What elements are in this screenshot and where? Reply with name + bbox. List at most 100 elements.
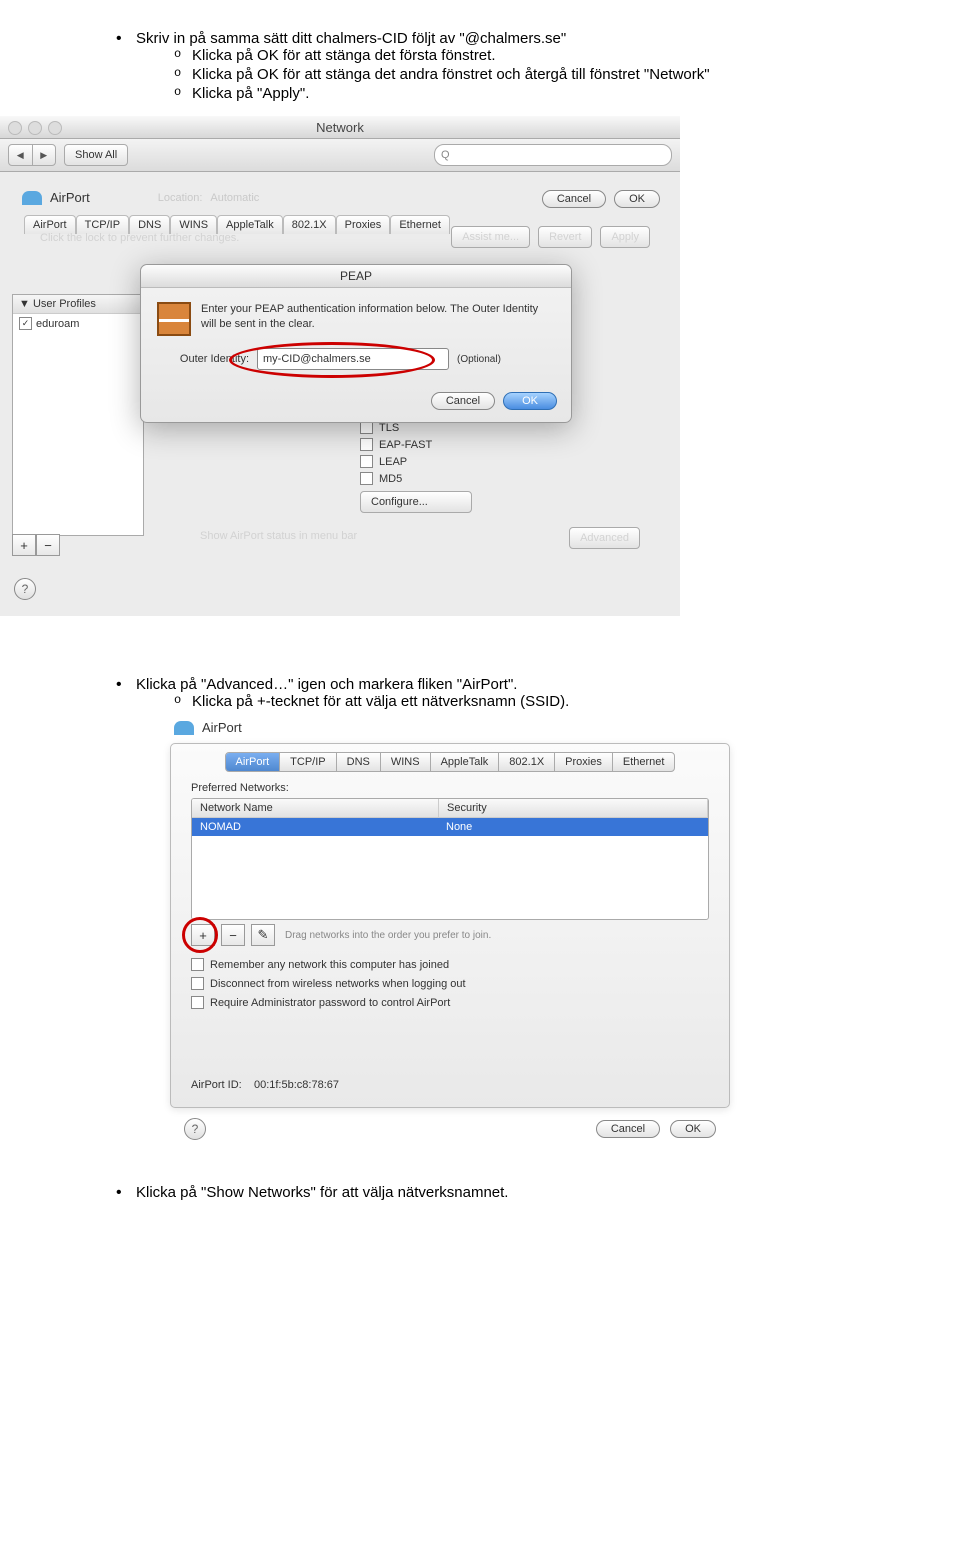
checkbox-icon[interactable] (191, 996, 204, 1009)
airport-icon (22, 191, 42, 205)
sub-item: Klicka på "Apply". (136, 85, 850, 102)
peap-ok-button[interactable]: OK (503, 392, 557, 410)
sheet-bottom-buttons: Cancel OK (542, 190, 660, 208)
edit-network-button[interactable]: ✎ (251, 924, 275, 946)
col-network-name: Network Name (192, 799, 439, 817)
outer-identity-label: Outer Identity: (157, 353, 249, 365)
preferred-networks-label: Preferred Networks: (191, 782, 709, 794)
ok-button[interactable]: OK (670, 1120, 716, 1138)
user-profiles-panel: ▼ User Profiles ✓ eduroam (12, 294, 144, 536)
window-controls (8, 121, 62, 135)
tab-proxies[interactable]: Proxies (336, 215, 391, 234)
dialog-bottom-row: ? Cancel OK (170, 1108, 730, 1150)
close-icon[interactable] (8, 121, 22, 135)
tab-proxies[interactable]: Proxies (555, 753, 613, 771)
auth-item[interactable]: MD5 (360, 470, 490, 487)
option-label: Require Administrator password to contro… (210, 997, 450, 1009)
user-profiles-header[interactable]: ▼ User Profiles (13, 295, 143, 314)
outer-identity-value: my-CID@chalmers.se (263, 353, 371, 365)
location-label: Location: (158, 192, 203, 204)
auth-item[interactable]: LEAP (360, 453, 490, 470)
tab-wins[interactable]: WINS (381, 753, 431, 771)
nav-back-forward[interactable]: ◀ ▶ (8, 144, 56, 166)
option-admin[interactable]: Require Administrator password to contro… (191, 996, 709, 1009)
revert-button[interactable]: Revert (538, 226, 592, 248)
top-bullets: Skriv in på samma sätt ditt chalmers-CID… (110, 30, 850, 102)
minimize-icon[interactable] (28, 121, 42, 135)
cancel-button[interactable]: Cancel (596, 1120, 660, 1138)
airport-label: AirPort (202, 720, 242, 735)
optional-label: (Optional) (457, 354, 501, 365)
checkbox-icon[interactable] (191, 977, 204, 990)
option-remember[interactable]: Remember any network this computer has j… (191, 958, 709, 971)
checkbox-icon[interactable] (360, 438, 373, 451)
sheet-ok-button[interactable]: OK (614, 190, 660, 208)
bullet-text: Klicka på "Advanced…" igen och markera f… (136, 676, 517, 693)
back-icon[interactable]: ◀ (9, 145, 33, 165)
option-disconnect[interactable]: Disconnect from wireless networks when l… (191, 977, 709, 990)
tab-tcpip[interactable]: TCP/IP (280, 753, 336, 771)
profile-label: eduroam (36, 318, 79, 330)
sub-bullets: Klicka på OK för att stänga det första f… (136, 47, 850, 102)
drag-hint: Drag networks into the order you prefer … (285, 930, 491, 941)
checkbox-icon[interactable] (360, 455, 373, 468)
configure-button[interactable]: Configure... (360, 491, 472, 513)
blur-lock-text: Click the lock to prevent further change… (40, 232, 239, 244)
show-all-button[interactable]: Show All (64, 144, 128, 166)
advanced-button[interactable]: Advanced (569, 527, 640, 549)
zoom-icon[interactable] (48, 121, 62, 135)
bullet-text: Klicka på "Show Networks" för att välja … (136, 1184, 508, 1201)
cell-security: None (438, 818, 708, 836)
tab-ethernet[interactable]: Ethernet (613, 753, 675, 771)
airport-label: AirPort (50, 190, 90, 205)
bullet-item: Klicka på "Show Networks" för att välja … (110, 1184, 850, 1201)
bullet-item: Skriv in på samma sätt ditt chalmers-CID… (110, 30, 850, 102)
auth-item[interactable]: EAP-FAST (360, 436, 490, 453)
col-security: Security (439, 799, 708, 817)
peap-title: PEAP (141, 265, 571, 288)
networks-table: Network Name Security NOMAD None (191, 798, 709, 920)
tab-dns[interactable]: DNS (337, 753, 381, 771)
blur-menubar-text: Show AirPort status in menu bar (200, 530, 357, 542)
cell-network-name: NOMAD (192, 818, 438, 836)
outer-identity-input[interactable]: my-CID@chalmers.se (257, 348, 449, 370)
peap-cancel-button[interactable]: Cancel (431, 392, 495, 410)
help-icon[interactable]: ? (14, 578, 36, 600)
toolbar: ◀ ▶ Show All Q (0, 139, 680, 172)
sub-item: Klicka på +-tecknet för att välja ett nä… (136, 693, 850, 710)
tab-ethernet[interactable]: Ethernet (390, 215, 450, 234)
sub-item: Klicka på OK för att stänga det andra fö… (136, 66, 850, 83)
airport-id-value: 00:1f:5b:c8:78:67 (254, 1079, 339, 1091)
table-row[interactable]: NOMAD None (192, 818, 708, 836)
profile-row[interactable]: ✓ eduroam (13, 314, 143, 333)
lock-icon (157, 302, 191, 336)
forward-icon[interactable]: ▶ (33, 145, 56, 165)
screenshot-airport-preferred: AirPort AirPort TCP/IP DNS WINS AppleTal… (170, 720, 730, 1150)
table-header: Network Name Security (192, 799, 708, 818)
tab-8021x[interactable]: 802.1X (283, 215, 336, 234)
remove-network-button[interactable]: − (221, 924, 245, 946)
peap-dialog: PEAP Enter your PEAP authentication info… (140, 264, 572, 423)
bullet-text: Skriv in på samma sätt ditt chalmers-CID… (136, 30, 566, 47)
add-profile-button[interactable]: + (12, 534, 36, 556)
apply-button[interactable]: Apply (600, 226, 650, 248)
search-input[interactable]: Q (434, 144, 672, 166)
assist-button[interactable]: Assist me... (451, 226, 530, 248)
checkbox-icon[interactable] (191, 958, 204, 971)
window-title: Network (0, 116, 680, 139)
remove-profile-button[interactable]: − (36, 534, 60, 556)
tab-8021x[interactable]: 802.1X (499, 753, 555, 771)
option-label: Disconnect from wireless networks when l… (210, 978, 466, 990)
tab-airport[interactable]: AirPort (226, 753, 281, 771)
help-icon[interactable]: ? (184, 1118, 206, 1140)
airport-id-label: AirPort ID: (191, 1079, 242, 1091)
sub-item: Klicka på OK för att stänga det första f… (136, 47, 850, 64)
end-bullets: Klicka på "Show Networks" för att välja … (110, 1184, 850, 1201)
checkbox-icon[interactable] (360, 472, 373, 485)
checkbox-icon[interactable]: ✓ (19, 317, 32, 330)
tab-appletalk[interactable]: AppleTalk (431, 753, 500, 771)
search-icon: Q (441, 149, 450, 161)
add-network-button[interactable]: + (191, 924, 215, 946)
airport-icon (174, 721, 194, 735)
sheet-cancel-button[interactable]: Cancel (542, 190, 606, 208)
